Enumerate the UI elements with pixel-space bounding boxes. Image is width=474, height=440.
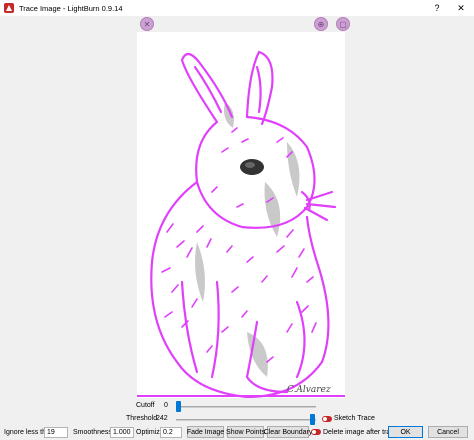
zoom-icon[interactable]: ⊕ (314, 17, 328, 31)
threshold-label: Threshold (126, 415, 158, 422)
cutoff-label: Cutoff (136, 402, 155, 409)
smoothness-input[interactable]: 1.000 (110, 427, 134, 438)
delete-after-trace-toggle[interactable] (311, 429, 321, 435)
cutoff-slider[interactable] (176, 406, 316, 408)
sketch-trace-toggle[interactable] (322, 416, 332, 422)
threshold-slider-thumb[interactable] (310, 414, 315, 425)
clear-boundary-button[interactable]: Clear Boundary (264, 426, 312, 438)
close-button[interactable]: ✕ (452, 1, 470, 15)
trace-preview-image: C.Alvarez (137, 32, 345, 410)
trace-baseline (137, 395, 345, 397)
optimize-input[interactable]: 0.2 (160, 427, 182, 438)
threshold-slider[interactable] (176, 419, 316, 421)
delete-after-trace-label: Delete image after trace (323, 429, 398, 436)
cutoff-value: 0 (164, 402, 168, 409)
trace-preview-area[interactable]: C.Alvarez ✕ ⊕ ▢ (0, 16, 474, 410)
close-circle-icon[interactable]: ✕ (140, 17, 154, 31)
cancel-button[interactable]: Cancel (428, 426, 468, 438)
artist-signature: C.Alvarez (287, 385, 331, 395)
fade-image-button[interactable]: Fade Image (187, 426, 224, 438)
show-points-button[interactable]: Show Points (226, 426, 265, 438)
ignore-less-than-input[interactable]: 19 (44, 427, 68, 438)
lightburn-logo-icon (4, 3, 14, 13)
title-bar: Trace Image - LightBurn 0.9.14 ? ✕ (0, 0, 474, 16)
cutoff-slider-thumb[interactable] (176, 401, 181, 412)
ok-button[interactable]: OK (388, 426, 423, 438)
smoothness-label: Smoothness (73, 429, 112, 436)
sketch-trace-label: Sketch Trace (334, 415, 375, 422)
bunny-trace-drawing: C.Alvarez (150, 50, 337, 399)
threshold-value: 242 (156, 415, 168, 422)
help-button[interactable]: ? (428, 1, 446, 15)
image-icon[interactable]: ▢ (336, 17, 350, 31)
trace-controls: Cutoff 0 Threshold 242 Sketch Trace Igno… (0, 398, 474, 440)
window-title: Trace Image - LightBurn 0.9.14 (19, 3, 123, 13)
